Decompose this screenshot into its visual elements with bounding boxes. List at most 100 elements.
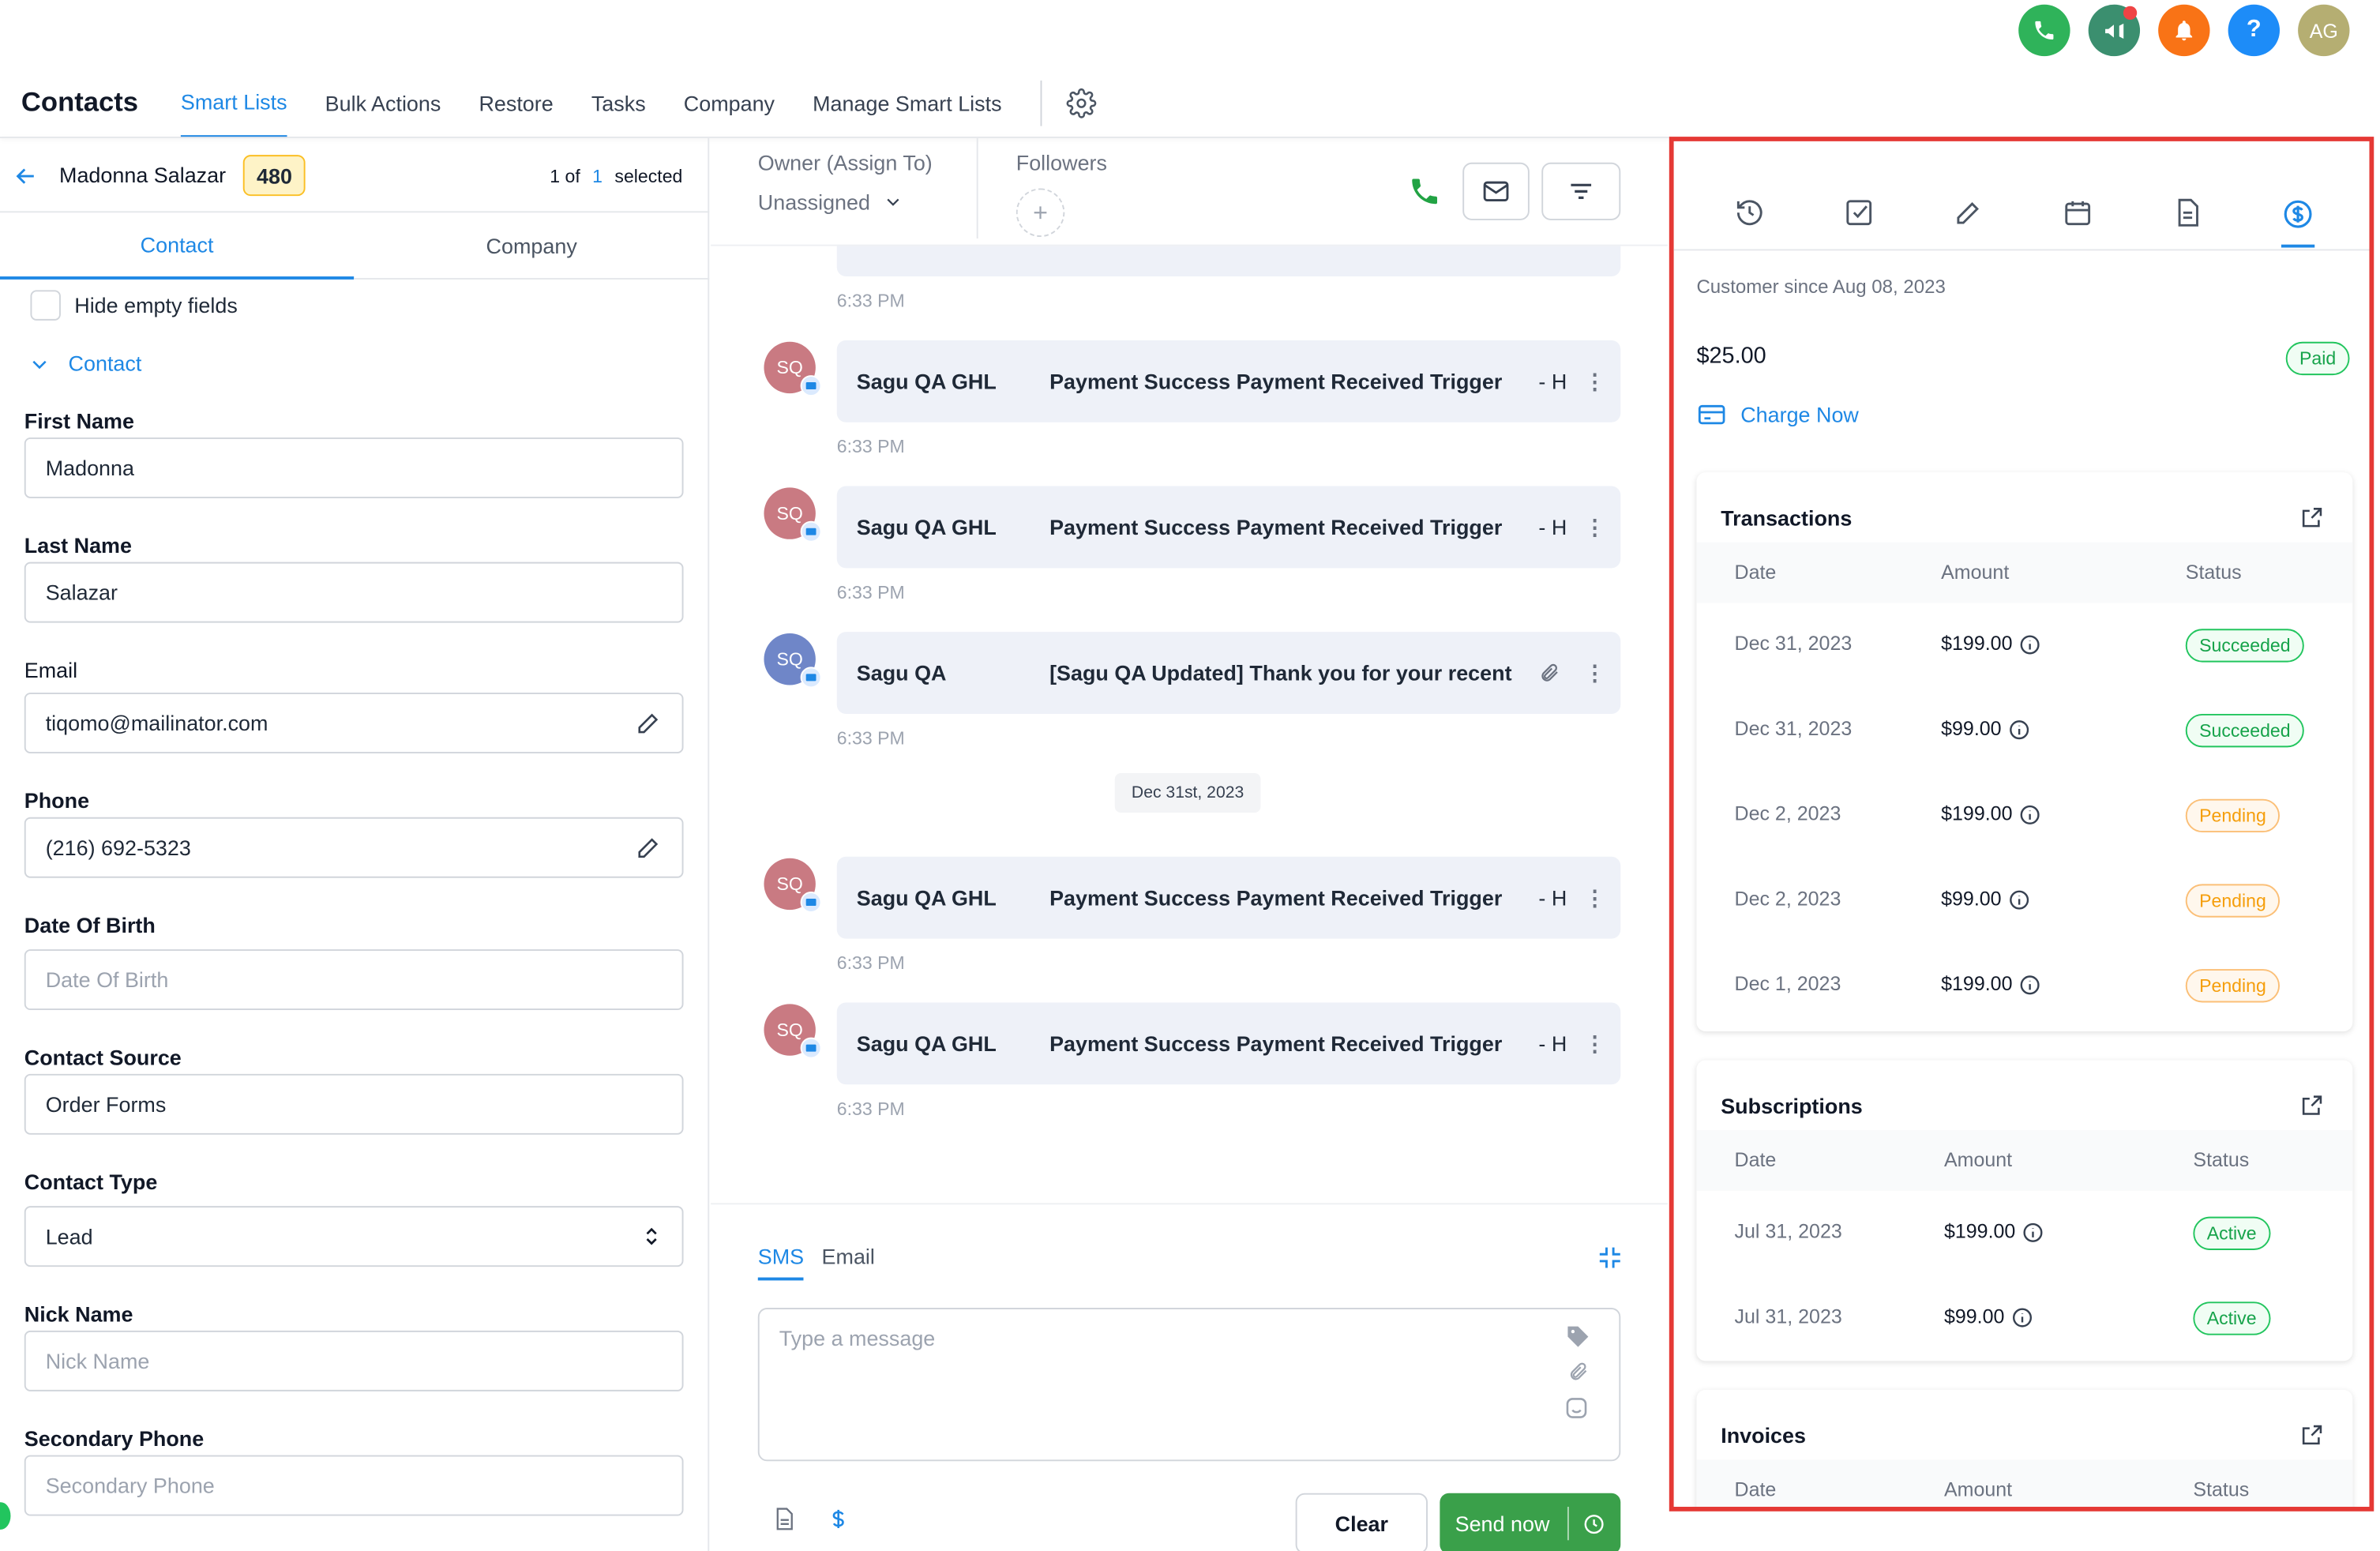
info-icon[interactable] <box>2007 719 2030 742</box>
table-row[interactable]: Dec 2, 2023 $199.00 Pending <box>1696 776 2352 862</box>
add-follower-button[interactable] <box>1015 188 1065 238</box>
tab-restore[interactable]: Restore <box>479 67 553 138</box>
message-item[interactable]: Sagu QA [Sagu QA Updated] Thank you for … <box>836 632 1621 714</box>
top-nav: Contacts Smart Lists Bulk Actions Restor… <box>0 67 1671 139</box>
subscriptions-header: Date Amount Status <box>1696 1130 2353 1191</box>
note-pencil-icon[interactable] <box>1953 197 1983 227</box>
task-check-icon[interactable] <box>1844 197 1874 227</box>
tab-smart-lists[interactable]: Smart Lists <box>180 67 287 139</box>
hide-empty-checkbox[interactable] <box>30 290 61 321</box>
external-link-icon[interactable] <box>2299 1094 2324 1118</box>
table-row[interactable]: Dec 31, 2023 $99.00 Succeeded <box>1696 691 2352 776</box>
info-icon[interactable] <box>2018 633 2041 656</box>
row-amount: $99.00 <box>1941 887 2030 911</box>
contact-source-field[interactable]: Order Forms <box>24 1073 684 1135</box>
email-compose-button[interactable] <box>1462 162 1530 220</box>
tab-bulk-actions[interactable]: Bulk Actions <box>325 67 441 138</box>
more-options-icon[interactable]: ⋮ <box>1584 1031 1605 1057</box>
external-link-icon[interactable] <box>2299 1423 2324 1448</box>
table-row[interactable]: Dec 2, 2023 $99.00 Pending <box>1696 862 2352 947</box>
nick-name-label: Nick Name <box>24 1301 133 1327</box>
emoji-icon[interactable] <box>1564 1396 1589 1421</box>
user-avatar[interactable]: AG <box>2298 4 2350 57</box>
tab-email[interactable]: Email <box>822 1244 875 1268</box>
avatar-initials: SQ <box>776 1019 803 1041</box>
clear-button[interactable]: Clear <box>1295 1493 1428 1551</box>
send-now-button[interactable]: Send now <box>1440 1493 1621 1551</box>
selection-total: 1 <box>592 165 603 187</box>
table-row[interactable]: Dec 1, 2023 $199.00 Pending <box>1696 946 2352 1031</box>
first-name-field[interactable]: Madonna <box>24 437 684 498</box>
info-icon[interactable] <box>2018 974 2041 997</box>
schedule-clock-icon[interactable] <box>1583 1512 1606 1535</box>
notifications-button[interactable] <box>2158 4 2210 57</box>
history-icon[interactable] <box>1735 197 1765 227</box>
top-actions: ? AG <box>2018 4 2350 57</box>
filter-button[interactable] <box>1541 162 1621 220</box>
collapse-button[interactable] <box>1596 1244 1624 1271</box>
phone-call-button[interactable] <box>2018 4 2070 57</box>
first-name-label: First Name <box>24 408 134 434</box>
help-button[interactable]: ? <box>2228 4 2281 57</box>
tab-company[interactable]: Company <box>684 67 775 138</box>
document-icon[interactable] <box>771 1505 796 1533</box>
message-item[interactable]: Sagu QA GHL Payment Success Payment Rece… <box>836 340 1621 422</box>
secondary-phone-field[interactable]: Secondary Phone <box>24 1455 684 1516</box>
tab-tasks[interactable]: Tasks <box>591 67 646 138</box>
charge-now-button[interactable]: Charge Now <box>1696 403 1859 426</box>
tab-contact[interactable]: Contact <box>0 212 355 280</box>
call-button[interactable] <box>1408 175 1441 208</box>
contact-type-select[interactable]: Lead <box>24 1206 684 1267</box>
phone-field[interactable]: (216) 692-5323 <box>24 817 684 878</box>
phone-icon <box>1412 178 1438 205</box>
row-date: Dec 31, 2023 <box>1734 632 1853 655</box>
info-icon[interactable] <box>2018 804 2041 827</box>
info-icon[interactable] <box>2007 888 2030 911</box>
dob-field[interactable]: Date Of Birth <box>24 949 684 1011</box>
document-icon[interactable] <box>2172 197 2202 227</box>
message-time: 6:33 PM <box>836 1098 905 1120</box>
message-sender: Sagu QA GHL <box>856 369 997 394</box>
dollar-circle-icon[interactable] <box>2281 197 2314 231</box>
last-name-field[interactable]: Salazar <box>24 561 684 623</box>
megaphone-icon <box>2104 22 2123 39</box>
email-badge-icon <box>800 375 822 397</box>
info-icon[interactable] <box>2021 1222 2044 1245</box>
settings-button[interactable] <box>1065 87 1096 118</box>
row-amount: $199.00 <box>1941 972 2041 997</box>
email-field[interactable]: tiqomo@mailinator.com <box>24 693 684 754</box>
balance-amount: $25.00 <box>1696 343 1766 370</box>
owner-value: Unassigned <box>757 190 870 215</box>
message-preview: - H <box>1538 1031 1567 1056</box>
col-amount: Amount <box>1943 1148 2013 1171</box>
message-input[interactable]: Type a message <box>757 1308 1621 1462</box>
tab-manage-smart-lists[interactable]: Manage Smart Lists <box>813 67 1001 138</box>
pencil-icon[interactable] <box>635 709 663 737</box>
row-amount: $99.00 <box>1941 717 2030 742</box>
table-row[interactable]: Jul 31, 2023 $199.00 Active <box>1696 1194 2352 1279</box>
announcements-button[interactable] <box>2088 4 2141 57</box>
tab-sms[interactable]: SMS <box>757 1244 805 1281</box>
credit-card-icon <box>1698 404 1725 425</box>
message-item[interactable]: Sagu QA GHL Payment Success Payment Rece… <box>836 1002 1621 1085</box>
info-icon[interactable] <box>2010 1306 2033 1329</box>
owner-select[interactable]: Unassigned <box>758 190 904 214</box>
tag-icon[interactable] <box>1564 1323 1592 1350</box>
table-row[interactable]: Dec 31, 2023 $199.00 Succeeded <box>1696 606 2352 691</box>
back-button[interactable] <box>12 163 39 190</box>
calendar-icon[interactable] <box>2063 197 2093 227</box>
nick-name-field[interactable]: Nick Name <box>24 1330 684 1391</box>
payment-link-icon[interactable] <box>824 1505 852 1533</box>
message-item[interactable]: Sagu QA GHL Payment Success Payment Rece… <box>836 856 1621 939</box>
more-options-icon[interactable]: ⋮ <box>1584 660 1605 686</box>
paperclip-icon[interactable] <box>1567 1359 1589 1384</box>
pencil-icon[interactable] <box>635 834 663 862</box>
tab-company-details[interactable]: Company <box>354 212 710 280</box>
more-options-icon[interactable]: ⋮ <box>1584 884 1605 911</box>
section-toggle[interactable] <box>28 352 52 377</box>
table-row[interactable]: Jul 31, 2023 $99.00 Active <box>1696 1279 2352 1365</box>
message-item[interactable]: Sagu QA GHL Payment Success Payment Rece… <box>836 486 1621 569</box>
external-link-icon[interactable] <box>2299 505 2324 530</box>
more-options-icon[interactable]: ⋮ <box>1584 514 1605 540</box>
more-options-icon[interactable]: ⋮ <box>1584 368 1605 394</box>
